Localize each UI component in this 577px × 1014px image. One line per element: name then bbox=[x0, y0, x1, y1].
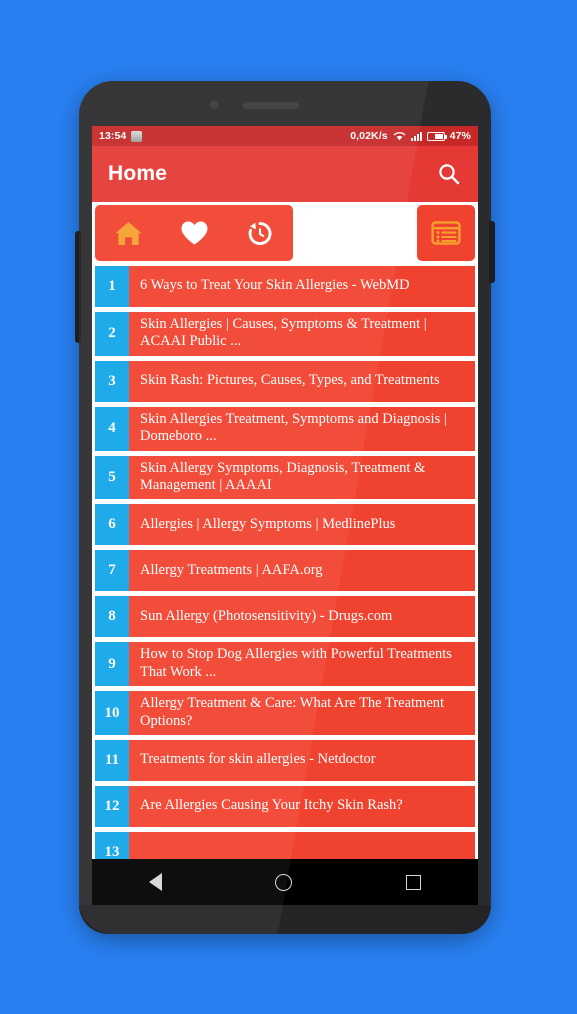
result-title bbox=[129, 832, 475, 859]
list-article-icon bbox=[431, 221, 461, 245]
earpiece-speaker bbox=[243, 102, 299, 109]
result-title: Allergy Treatments | AAFA.org bbox=[140, 561, 323, 578]
signal-bars-icon bbox=[410, 131, 422, 141]
result-row[interactable]: 12 Are Allergies Causing Your Itchy Skin … bbox=[95, 785, 475, 827]
result-row[interactable]: 3 Skin Rash: Pictures, Causes, Types, and… bbox=[95, 360, 475, 402]
results-list[interactable]: 1 6 Ways to Treat Your Skin Allergies - W… bbox=[92, 266, 478, 859]
result-row[interactable]: 13 bbox=[95, 831, 475, 859]
page-title: Home bbox=[108, 162, 168, 185]
result-row[interactable]: 1 6 Ways to Treat Your Skin Allergies - W… bbox=[95, 266, 475, 307]
battery-level-label: 47% bbox=[449, 130, 471, 142]
result-rank: 13 bbox=[95, 831, 129, 859]
result-row[interactable]: 4 Skin Allergies Treatment, Symptoms and … bbox=[95, 406, 475, 451]
phone-screen: 13:54 0,02K/s 47% Home 1 6 Ways to Treat… bbox=[92, 126, 478, 859]
network-speed-label: 0,02K/s bbox=[350, 130, 388, 142]
history-icon bbox=[248, 221, 272, 245]
front-camera-icon bbox=[210, 100, 219, 109]
search-icon[interactable] bbox=[436, 161, 462, 187]
status-bar: 13:54 0,02K/s 47% bbox=[92, 126, 478, 146]
volume-button[interactable] bbox=[75, 231, 81, 343]
result-rank: 2 bbox=[95, 312, 129, 356]
result-rank: 5 bbox=[95, 455, 129, 500]
tab-group bbox=[95, 205, 293, 261]
tab-favorites[interactable] bbox=[161, 205, 227, 261]
result-title: Skin Allergies Treatment, Symptoms and D… bbox=[140, 410, 447, 445]
articles-button[interactable] bbox=[417, 205, 475, 261]
phone-bottom-chin bbox=[79, 905, 491, 934]
result-title: Skin Allergies | Causes, Symptoms & Trea… bbox=[140, 316, 427, 350]
app-bar-actions bbox=[436, 161, 462, 187]
result-rank: 10 bbox=[95, 691, 129, 735]
wifi-icon bbox=[393, 132, 406, 141]
phone-top-bezel bbox=[79, 81, 491, 126]
home-icon bbox=[115, 221, 141, 245]
result-title: Treatments for skin allergies - Netdocto… bbox=[140, 751, 376, 768]
home-circle-icon[interactable] bbox=[275, 873, 293, 891]
result-rank: 12 bbox=[95, 785, 129, 827]
tab-home[interactable] bbox=[95, 205, 161, 261]
result-title: Sun Allergy (Photosensitivity) - Drugs.c… bbox=[140, 607, 393, 624]
result-rank: 4 bbox=[95, 406, 129, 451]
result-rank: 11 bbox=[95, 739, 129, 781]
result-rank: 7 bbox=[95, 550, 129, 592]
status-bar-right: 0,02K/s 47% bbox=[350, 130, 471, 142]
result-title: Are Allergies Causing Your Itchy Skin Ra… bbox=[140, 797, 403, 814]
result-rank: 9 bbox=[95, 642, 129, 687]
result-row[interactable]: 11 Treatments for skin allergies - Netdoc… bbox=[95, 739, 475, 781]
back-triangle-icon[interactable] bbox=[148, 873, 162, 891]
battery-icon bbox=[426, 131, 447, 141]
result-row[interactable]: 9 How to Stop Dog Allergies with Powerful… bbox=[95, 642, 475, 687]
heart-icon bbox=[181, 221, 207, 245]
status-bar-left: 13:54 bbox=[99, 130, 143, 142]
tab-strip bbox=[92, 202, 478, 266]
result-title: 6 Ways to Treat Your Skin Allergies - We… bbox=[140, 277, 410, 294]
result-row[interactable]: 2 Skin Allergies | Causes, Symptoms & Tre… bbox=[95, 312, 475, 356]
result-title: Skin Allergy Symptoms, Diagnosis, Treatm… bbox=[140, 459, 426, 493]
android-nav-bar bbox=[92, 859, 478, 905]
result-rank: 1 bbox=[95, 266, 129, 307]
result-title: Allergy Treatment & Care: What Are The T… bbox=[140, 695, 445, 729]
status-bar-clock: 13:54 bbox=[99, 130, 127, 142]
tab-history[interactable] bbox=[227, 205, 293, 261]
result-rank: 8 bbox=[95, 596, 129, 638]
app-bar: Home bbox=[92, 146, 478, 202]
result-row[interactable]: 6 Allergies | Allergy Symptoms | MedlineP… bbox=[95, 504, 475, 546]
result-rank: 6 bbox=[95, 504, 129, 546]
result-row[interactable]: 7 Allergy Treatments | AAFA.org bbox=[95, 550, 475, 592]
result-row[interactable]: 8 Sun Allergy (Photosensitivity) - Drugs.… bbox=[95, 596, 475, 638]
result-rank: 3 bbox=[95, 360, 129, 402]
result-title: Allergies | Allergy Symptoms | MedlinePl… bbox=[140, 515, 396, 532]
result-row[interactable]: 10 Allergy Treatment & Care: What Are The… bbox=[95, 691, 475, 735]
result-title: Skin Rash: Pictures, Causes, Types, and … bbox=[140, 372, 440, 389]
recents-square-icon[interactable] bbox=[406, 874, 422, 890]
phone-device: 13:54 0,02K/s 47% Home 1 6 Ways to Treat… bbox=[75, 81, 495, 934]
screenshot-stage: 13:54 0,02K/s 47% Home 1 6 Ways to Treat… bbox=[0, 0, 577, 1014]
result-row[interactable]: 5 Skin Allergy Symptoms, Diagnosis, Treat… bbox=[95, 455, 475, 500]
result-title: How to Stop Dog Allergies with Powerful … bbox=[140, 646, 452, 680]
notification-app-icon bbox=[131, 130, 143, 142]
power-button[interactable] bbox=[489, 221, 495, 283]
